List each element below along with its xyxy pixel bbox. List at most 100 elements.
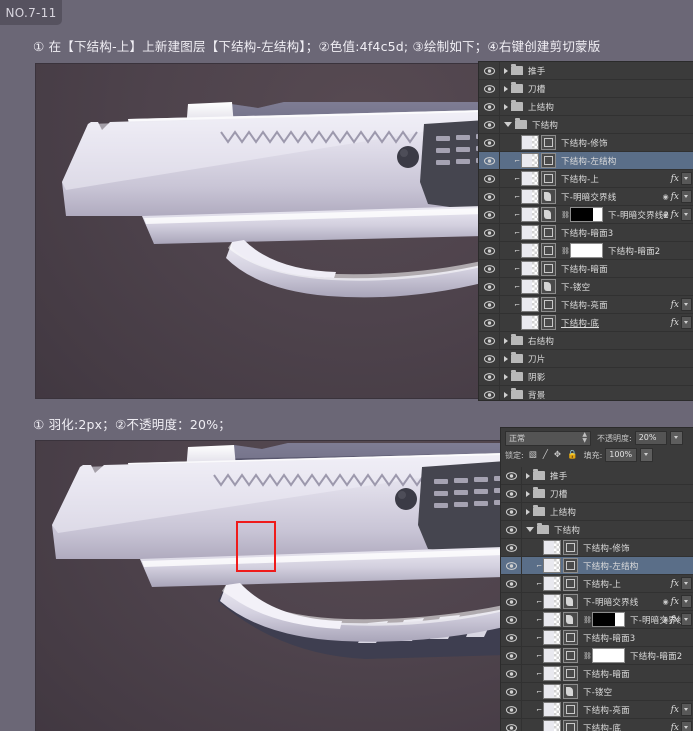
eye-visibility-icon[interactable] [479,206,500,223]
layer-row[interactable]: 下结构 [479,116,693,134]
layer-row[interactable]: 右结构 [479,332,693,350]
brush-lock-icon[interactable]: ╱ [543,451,548,460]
vector-mask-thumbnail[interactable] [563,612,578,627]
eye-visibility-icon[interactable] [501,575,522,592]
fx-icon[interactable]: fx [671,300,679,310]
layer-panel-controls[interactable]: 正常 ▲▼ 不透明度: 20% 锁定: ▧ ╱ ✥ 🔒 填充: 100% [501,428,693,467]
vector-mask-thumbnail[interactable] [563,666,578,681]
layer-thumbnail[interactable] [543,576,561,591]
layer-row-body[interactable]: ⌐下结构-暗面 [500,260,693,277]
effects-visibility-icon[interactable]: ◉ [662,598,668,606]
expand-effects-icon[interactable] [681,298,692,311]
eye-visibility-icon[interactable] [479,314,500,331]
layer-row[interactable]: 刀槽 [479,80,693,98]
layer-effects-group[interactable]: fx [671,719,692,731]
layer-row[interactable]: ⌐下结构-暗面3 [479,224,693,242]
layer-row-body[interactable]: 下结构-修饰 [522,539,693,556]
layer-effects-group[interactable]: ◉fx [662,206,692,223]
layer-row[interactable]: ⌐下结构-暗面 [501,665,693,683]
lock-icon-group[interactable]: ▧ ╱ ✥ 🔒 [529,451,578,460]
fx-icon[interactable]: fx [671,174,679,184]
layer-row-body[interactable]: 背景 [500,386,693,401]
eye-visibility-icon[interactable] [479,152,500,169]
expand-effects-icon[interactable] [681,613,692,626]
layer-row[interactable]: ⌐下结构-暗面3 [501,629,693,647]
layer-row[interactable]: 推手 [479,62,693,80]
layer-row-body[interactable]: ⌐下结构-左结构 [500,152,693,169]
layer-row-body[interactable]: ⌐下结构-上fx [522,575,693,592]
chevron-right-icon[interactable] [504,104,508,110]
layer-row[interactable]: 下结构 [501,521,693,539]
photoshop-layers-panel-top[interactable]: 推手刀槽上结构下结构下结构-修饰⌐下结构-左结构⌐下结构-上fx⌐下-明暗交界线… [478,61,693,401]
layer-effects-group[interactable]: ◉fx [662,611,692,628]
layer-mask-thumbnail[interactable] [592,648,625,663]
eye-visibility-icon[interactable] [479,134,500,151]
layer-row-body[interactable]: 推手 [522,467,693,484]
chevron-right-icon[interactable] [526,491,530,497]
layer-row[interactable]: ⌐⛓下-明暗交界线2◉fx [479,206,693,224]
transparency-lock-icon[interactable]: ▧ [529,451,537,460]
layer-thumbnail[interactable] [521,135,539,150]
vector-mask-thumbnail[interactable] [541,279,556,294]
layer-thumbnail[interactable] [521,207,539,222]
eye-visibility-icon[interactable] [479,278,500,295]
move-lock-icon[interactable]: ✥ [554,451,561,460]
layer-row[interactable]: ⌐下结构-左结构 [501,557,693,575]
layer-thumbnail[interactable] [543,720,561,731]
opacity-input[interactable]: 20% [635,431,667,445]
vector-mask-thumbnail[interactable] [541,297,556,312]
layer-thumbnail[interactable] [543,612,561,627]
layer-row-body[interactable]: 下结构 [500,116,693,133]
layer-row[interactable]: 下结构-修饰 [501,539,693,557]
effects-visibility-icon[interactable]: ◉ [662,211,668,219]
layer-row-body[interactable]: 上结构 [522,503,693,520]
layer-thumbnail[interactable] [521,153,539,168]
vector-mask-thumbnail[interactable] [563,702,578,717]
layer-row-body[interactable]: ⌐下结构-暗面 [522,665,693,682]
eye-visibility-icon[interactable] [479,80,500,97]
chevron-right-icon[interactable] [504,392,508,398]
layer-effects-group[interactable]: fx [671,575,692,592]
chevron-right-icon[interactable] [504,356,508,362]
opacity-stepper[interactable] [670,431,683,445]
layer-mask-thumbnail[interactable] [570,207,603,222]
layer-thumbnail[interactable] [521,315,539,330]
layer-row[interactable]: 上结构 [479,98,693,116]
eye-visibility-icon[interactable] [479,242,500,259]
mask-link-icon[interactable]: ⛓ [583,616,590,624]
layer-row-body[interactable]: ⌐下结构-左结构 [522,557,693,574]
layer-thumbnail[interactable] [521,171,539,186]
layer-row[interactable]: 下结构-修饰 [479,134,693,152]
chevron-down-icon[interactable] [526,527,534,532]
layer-row-body[interactable]: 刀槽 [522,485,693,502]
layer-thumbnail[interactable] [543,702,561,717]
blend-opacity-row[interactable]: 正常 ▲▼ 不透明度: 20% [505,431,690,445]
eye-visibility-icon[interactable] [501,503,522,520]
layer-row[interactable]: ⌐下结构-左结构 [479,152,693,170]
layer-row-body[interactable]: 下结构-修饰 [500,134,693,151]
effects-visibility-icon[interactable]: ◉ [662,193,668,201]
eye-visibility-icon[interactable] [501,719,522,731]
layer-effects-group[interactable]: fx [671,314,692,331]
fill-stepper[interactable] [640,448,653,462]
layer-effects-group[interactable]: ◉fx [662,593,692,610]
eye-visibility-icon[interactable] [501,593,522,610]
mask-link-icon[interactable]: ⛓ [583,652,590,660]
layer-row[interactable]: 推手 [501,467,693,485]
vector-mask-thumbnail[interactable] [541,135,556,150]
fx-icon[interactable]: fx [671,579,679,589]
layer-effects-group[interactable]: fx [671,296,692,313]
eye-visibility-icon[interactable] [479,260,500,277]
layer-thumbnail[interactable] [543,666,561,681]
lock-fill-row[interactable]: 锁定: ▧ ╱ ✥ 🔒 填充: 100% [505,448,690,462]
fx-icon[interactable]: fx [671,615,679,625]
fx-icon[interactable]: fx [671,597,679,607]
fx-icon[interactable]: fx [671,192,679,202]
vector-mask-thumbnail[interactable] [563,720,578,731]
layer-thumbnail[interactable] [521,189,539,204]
vector-mask-thumbnail[interactable] [563,630,578,645]
layer-thumbnail[interactable] [521,279,539,294]
layer-row-body[interactable]: ⌐下-镂空 [500,278,693,295]
fx-icon[interactable]: fx [671,705,679,715]
layer-row-body[interactable]: 上结构 [500,98,693,115]
